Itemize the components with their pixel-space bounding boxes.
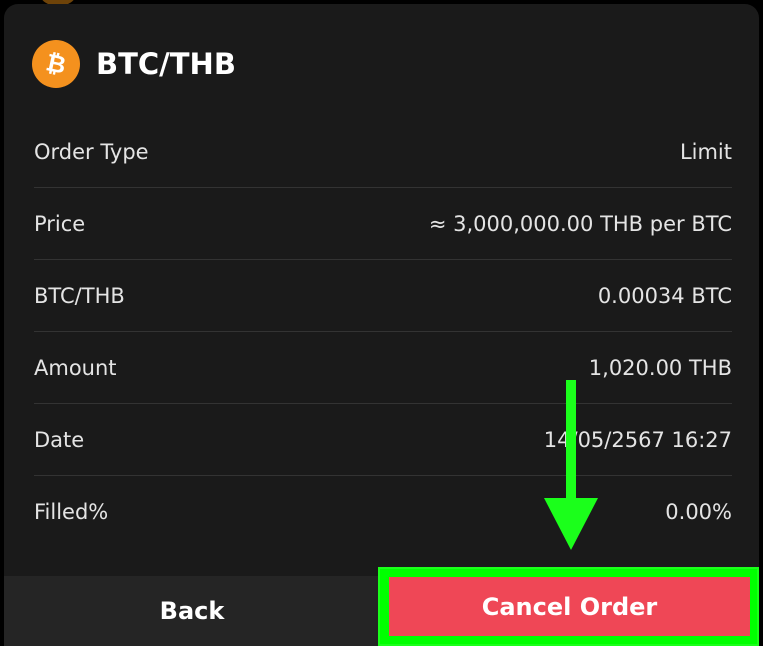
- detail-label: Date: [34, 427, 85, 452]
- detail-row-price: Price ≈ 3,000,000.00 THB per BTC: [34, 188, 732, 260]
- detail-row-order-type: Order Type Limit: [34, 116, 732, 188]
- detail-label: Order Type: [34, 139, 149, 164]
- detail-label: BTC/THB: [34, 283, 125, 308]
- cancel-order-button[interactable]: Cancel Order: [389, 577, 750, 636]
- pair-title: BTC/THB: [96, 47, 236, 81]
- detail-row-amount: Amount 1,020.00 THB: [34, 332, 732, 404]
- detail-label: Filled%: [34, 499, 109, 524]
- detail-row-quantity: BTC/THB 0.00034 BTC: [34, 260, 732, 332]
- detail-label: Amount: [34, 355, 117, 380]
- back-button[interactable]: Back: [4, 576, 380, 646]
- detail-value: 0.00034 BTC: [597, 283, 732, 308]
- order-header: ₿ BTC/THB: [32, 39, 236, 89]
- detail-value: 0.00%: [665, 499, 732, 524]
- detail-row-filled: Filled% 0.00%: [34, 476, 732, 547]
- svg-text:₿: ₿: [44, 49, 69, 79]
- detail-rows: Order Type Limit Price ≈ 3,000,000.00 TH…: [34, 116, 732, 547]
- down-arrow-icon: [544, 380, 598, 550]
- detail-value: ≈ 3,000,000.00 THB per BTC: [428, 211, 732, 236]
- detail-value: 1,020.00 THB: [588, 355, 732, 380]
- order-detail-card: ₿ BTC/THB Order Type Limit Price ≈ 3,000…: [4, 4, 759, 646]
- detail-row-date: Date 14/05/2567 16:27: [34, 404, 732, 476]
- bitcoin-glyph: ₿: [44, 49, 69, 79]
- detail-label: Price: [34, 211, 86, 236]
- bitcoin-icon: ₿: [32, 40, 80, 88]
- detail-value: Limit: [679, 139, 732, 164]
